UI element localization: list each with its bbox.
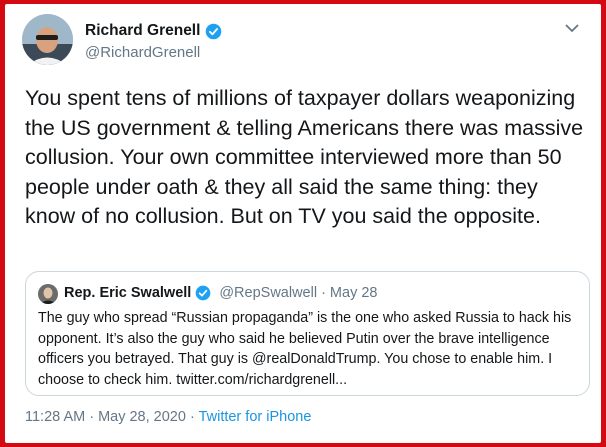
chevron-down-icon (565, 24, 579, 32)
quoted-author-handle[interactable]: @RepSwalwell (219, 285, 317, 301)
quoted-tweet-date[interactable]: · May 28 (321, 285, 377, 301)
author-handle[interactable]: @RichardGrenell (85, 44, 200, 61)
tweet-card: Richard Grenell @RichardGrenell You spen… (5, 4, 601, 443)
verified-badge-icon (195, 285, 211, 301)
more-options-button[interactable] (561, 21, 583, 35)
quoted-avatar-image (38, 284, 58, 304)
quoted-tweet-text: The guy who spread “Russian propaganda” … (38, 310, 572, 388)
author-name[interactable]: Richard Grenell (85, 22, 222, 40)
avatar-image (22, 14, 73, 65)
quoted-author-name[interactable]: Rep. Eric Swalwell (64, 285, 191, 301)
tweet-footer: 11:28 AM · May 28, 2020 · Twitter for iP… (25, 409, 311, 425)
author-avatar[interactable] (22, 14, 73, 65)
footer-separator: · (185, 409, 199, 425)
tweet-timestamp[interactable]: 11:28 AM · May 28, 2020 (25, 409, 186, 425)
quoted-tweet[interactable]: Rep. Eric Swalwell @RepSwalwell · May 28… (25, 271, 590, 396)
tweet-source-link[interactable]: Twitter for iPhone (199, 409, 312, 425)
tweet-text: You spent tens of millions of taxpayer d… (25, 86, 584, 228)
quoted-tweet-header: Rep. Eric Swalwell @RepSwalwell · May 28 (64, 285, 377, 301)
quoted-author-avatar[interactable] (38, 284, 58, 304)
author-name-text: Richard Grenell (85, 22, 201, 39)
verified-badge-icon (206, 23, 222, 39)
